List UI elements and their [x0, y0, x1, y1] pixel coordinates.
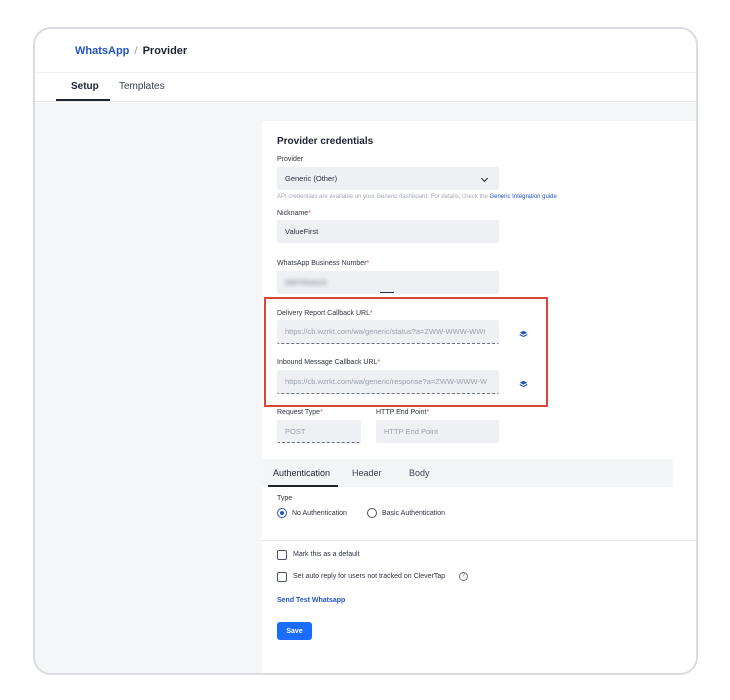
breadcrumb-current: Provider: [142, 45, 188, 57]
required-mark: *: [308, 210, 311, 217]
http-end-point-placeholder: HTTP End Point: [384, 427, 439, 436]
tab-bar: Setup Templates: [35, 73, 696, 102]
request-type-value: POST: [285, 426, 306, 436]
auto-reply-checkbox[interactable]: [277, 572, 287, 582]
delivery-callback-label-text: Delivery Report Callback URL: [277, 310, 370, 317]
inbound-callback-label-text: Inbound Message Callback URL: [277, 359, 378, 366]
app-window: WhatsApp / Provider Setup Templates Prov…: [33, 27, 698, 675]
breadcrumb-separator: /: [134, 45, 138, 57]
section-title: Provider credentials: [277, 136, 374, 147]
divider: [262, 540, 696, 541]
provider-label: Provider: [277, 156, 304, 163]
radio-basic-authentication[interactable]: [367, 508, 377, 518]
nickname-label-text: Nickname: [277, 210, 309, 217]
copy-icon[interactable]: [519, 330, 528, 339]
tab-authentication[interactable]: Authentication: [273, 468, 330, 478]
http-end-point-label-text: HTTP End Point: [376, 409, 427, 416]
required-mark: *: [366, 260, 370, 267]
request-type-label: Request Type*: [277, 409, 323, 416]
required-mark: *: [426, 409, 430, 416]
send-test-whatsapp-link[interactable]: Send Test Whatsapp: [277, 597, 345, 604]
provider-value: Generic (Other): [285, 174, 338, 183]
helper-text-body: API credentials are available on your Ge…: [277, 194, 488, 200]
basic-authentication-label[interactable]: Basic Authentication: [382, 510, 445, 517]
no-authentication-label[interactable]: No Authentication: [292, 510, 347, 517]
tab-body[interactable]: Body: [409, 468, 430, 478]
chevron-down-icon: [480, 174, 489, 183]
http-end-point-input[interactable]: HTTP End Point: [376, 420, 499, 443]
auto-reply-checkbox-label[interactable]: Set auto reply for users not tracked on …: [293, 573, 445, 580]
request-type-label-text: Request Type: [277, 409, 321, 416]
save-button[interactable]: Save: [277, 622, 312, 640]
active-subtab-indicator: [268, 485, 338, 487]
request-type-select[interactable]: POST: [277, 420, 361, 443]
required-mark: *: [377, 359, 381, 366]
inbound-callback-label: Inbound Message Callback URL*: [277, 359, 380, 366]
nickname-label: Nickname*: [277, 210, 311, 217]
nickname-value: ValueFirst: [285, 227, 319, 236]
integration-guide-link[interactable]: Generic Integration guide: [489, 194, 556, 200]
header: WhatsApp / Provider: [35, 29, 696, 73]
radio-no-authentication[interactable]: [277, 508, 287, 518]
required-mark: *: [320, 409, 323, 416]
inbound-callback-url: https://cb.wzrkt.com/wa/generic/response…: [285, 377, 488, 386]
http-end-point-label: HTTP End Point*: [376, 409, 429, 416]
auth-type-label: Type: [277, 495, 293, 502]
business-number-label: WhatsApp Business Number*: [277, 260, 369, 267]
delivery-callback-url-field[interactable]: https://cb.wzrkt.com/wa/generic/status?a…: [277, 320, 499, 344]
business-number-input[interactable]: 9987654416: [277, 271, 499, 294]
delivery-callback-url: https://cb.wzrkt.com/wa/generic/status?a…: [285, 327, 486, 336]
auth-tab-bar: Authentication Header Body: [262, 459, 673, 487]
input-cursor-mark: [380, 292, 394, 293]
copy-icon[interactable]: [519, 380, 528, 389]
business-number-value-redacted: 9987654416: [285, 278, 327, 287]
active-tab-indicator: [56, 99, 110, 101]
tab-setup[interactable]: Setup: [71, 81, 99, 92]
required-mark: *: [369, 310, 373, 317]
delivery-callback-label: Delivery Report Callback URL*: [277, 310, 373, 317]
tab-templates[interactable]: Templates: [119, 81, 165, 92]
inbound-callback-url-field[interactable]: https://cb.wzrkt.com/wa/generic/response…: [277, 370, 499, 394]
helper-text: API credentials are available on your Ge…: [277, 194, 557, 200]
breadcrumb: WhatsApp / Provider: [75, 45, 187, 57]
tab-header[interactable]: Header: [352, 468, 382, 478]
default-checkbox-label[interactable]: Mark this as a default: [293, 551, 360, 558]
business-number-label-text: WhatsApp Business Number: [277, 260, 367, 267]
question-icon[interactable]: ?: [459, 572, 468, 581]
provider-select[interactable]: Generic (Other): [277, 167, 499, 190]
breadcrumb-link-whatsapp[interactable]: WhatsApp: [75, 45, 129, 57]
nickname-input[interactable]: ValueFirst: [277, 220, 499, 243]
default-checkbox[interactable]: [277, 550, 287, 560]
